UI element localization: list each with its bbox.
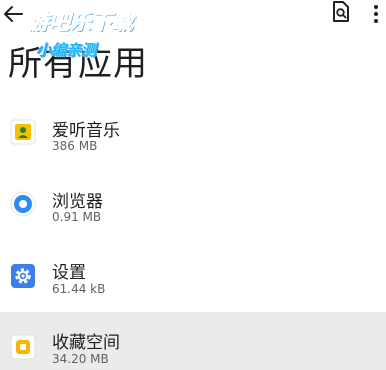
settings-gear-icon bbox=[11, 264, 35, 288]
app-name: 浏览器 bbox=[52, 192, 103, 212]
watermark-line-1: 游吧乐下载 bbox=[28, 10, 134, 35]
app-size: 61.44 kB bbox=[52, 282, 106, 296]
app-name: 收藏空间 bbox=[52, 333, 120, 353]
favorites-space-icon bbox=[10, 334, 36, 360]
app-size: 386 MB bbox=[52, 139, 98, 153]
app-name: 爱听音乐 bbox=[52, 121, 120, 141]
search-doc-icon[interactable] bbox=[331, 1, 351, 23]
browser-icon bbox=[10, 191, 36, 217]
app-size: 0.91 MB bbox=[52, 210, 102, 224]
music-app-icon bbox=[10, 119, 36, 145]
app-row-browser[interactable]: 浏览器 0.91 MB bbox=[0, 172, 386, 236]
app-name: 设置 bbox=[52, 263, 86, 283]
app-size: 34.20 MB bbox=[52, 352, 109, 366]
watermark-line-2: 小编亲测 bbox=[36, 41, 97, 59]
more-vert-icon[interactable] bbox=[371, 4, 381, 24]
app-row-settings[interactable]: 设置 61.44 kB bbox=[0, 243, 386, 307]
app-row-favorites[interactable]: 收藏空间 34.20 MB bbox=[0, 312, 386, 370]
watermark: 游吧乐下载 小编亲测 bbox=[28, 6, 158, 66]
back-arrow-icon[interactable] bbox=[2, 3, 24, 25]
app-row-music[interactable]: 爱听音乐 386 MB bbox=[0, 100, 386, 164]
